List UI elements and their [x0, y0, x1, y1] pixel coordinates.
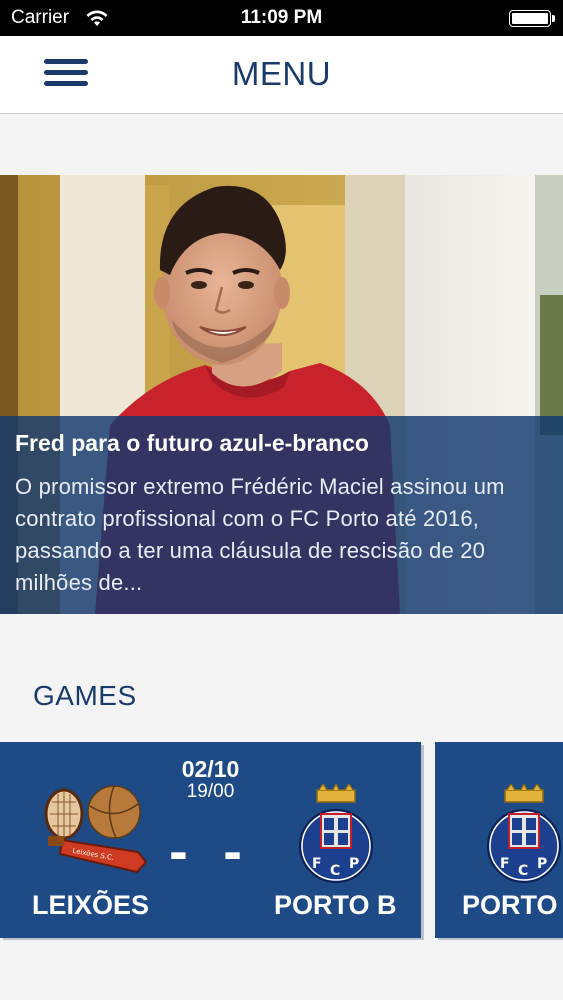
svg-text:C: C [330, 863, 340, 879]
away-team-name: PORTO [462, 890, 558, 920]
news-overlay: Fred para o futuro azul-e-branco O promi… [0, 416, 563, 614]
fc-porto-crest-icon: F C P [487, 784, 561, 883]
page-title: MENU [231, 55, 332, 92]
fc-porto-crest-icon: F C P [299, 784, 373, 883]
games-section-title: GAMES [33, 680, 137, 711]
game-card[interactable]: 02/10 19/00 - - Leixões S.C. F C P LEIXÕ… [0, 742, 421, 938]
svg-text:C: C [518, 863, 528, 879]
news-title: Fred para o futuro azul-e-branco [15, 430, 369, 456]
news-hero-card[interactable]: Fred para o futuro azul-e-branco O promi… [0, 175, 563, 614]
svg-text:P: P [537, 856, 547, 872]
battery-icon [509, 10, 555, 27]
svg-text:F: F [312, 856, 322, 872]
game-date: 02/10 [181, 756, 240, 782]
news-excerpt: O promissor extremo Frédéric Maciel assi… [15, 474, 505, 595]
away-team-name: PORTO B [274, 890, 397, 920]
leixoes-crest-icon: Leixões S.C. [44, 785, 148, 874]
games-carousel[interactable]: 02/10 19/00 - - Leixões S.C. F C P LEIXÕ… [0, 742, 563, 940]
clock: 11:09 PM [240, 7, 323, 28]
svg-text:P: P [349, 856, 359, 872]
game-card[interactable]: F C P PORTO [435, 742, 563, 938]
status-bar: Carrier 11:09 PM [0, 0, 563, 36]
home-team-name: LEIXÕES [32, 890, 150, 920]
svg-text:F: F [500, 856, 510, 872]
nav-bar: MENU [0, 36, 563, 114]
